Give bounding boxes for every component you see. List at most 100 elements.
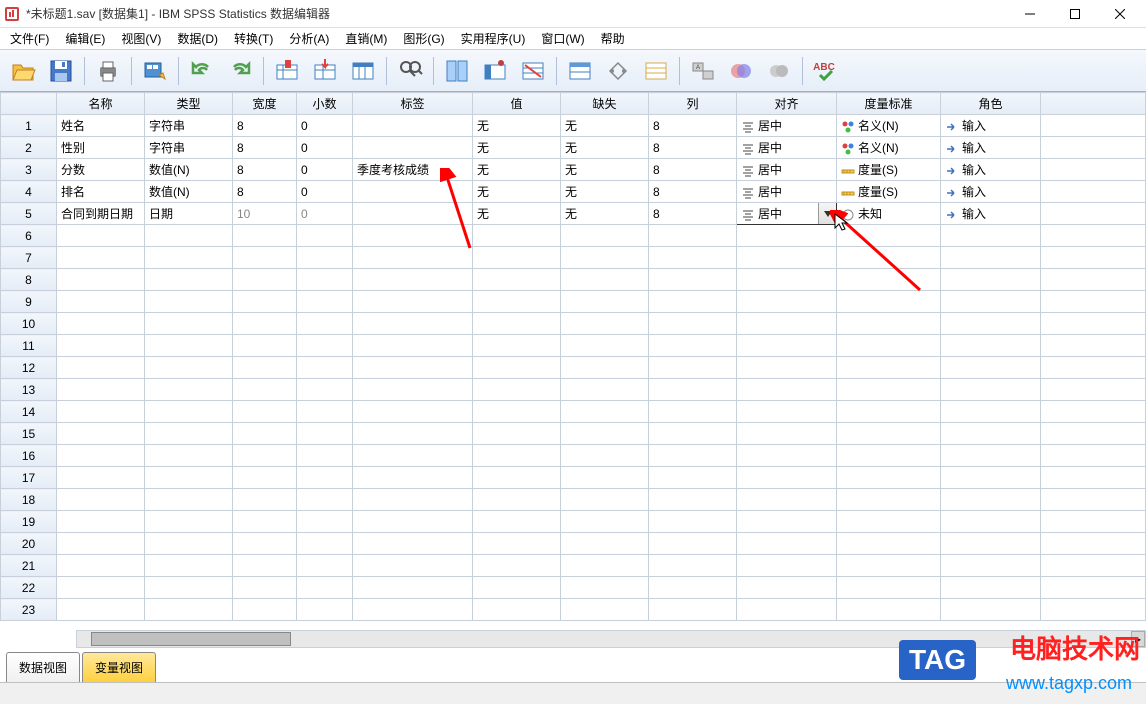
row-number[interactable]: 1 (1, 115, 57, 137)
table-row-empty[interactable]: 12 (1, 357, 1146, 379)
redo-button[interactable] (223, 54, 257, 88)
menu-direct[interactable]: 直销(M) (337, 28, 395, 49)
menu-utilities[interactable]: 实用程序(U) (453, 28, 534, 49)
goto-var-button[interactable] (308, 54, 342, 88)
align-cell[interactable]: 居中 (737, 159, 837, 181)
col-align[interactable]: 对齐 (737, 93, 837, 115)
undo-button[interactable] (185, 54, 219, 88)
role-cell[interactable]: 输入 (941, 137, 1041, 159)
row-number[interactable]: 17 (1, 467, 57, 489)
col-cell[interactable]: 8 (649, 159, 737, 181)
role-cell[interactable]: 输入 (941, 181, 1041, 203)
name-cell[interactable]: 姓名 (57, 115, 145, 137)
dec-cell[interactable]: 0 (297, 115, 353, 137)
value-labels-button[interactable] (563, 54, 597, 88)
row-number[interactable]: 13 (1, 379, 57, 401)
row-number[interactable]: 5 (1, 203, 57, 225)
align-cell[interactable]: 居中 (737, 137, 837, 159)
menu-graphs[interactable]: 图形(G) (395, 28, 452, 49)
table-row-empty[interactable]: 13 (1, 379, 1146, 401)
col-cell[interactable]: 8 (649, 137, 737, 159)
row-number[interactable]: 12 (1, 357, 57, 379)
row-number[interactable]: 18 (1, 489, 57, 511)
col-missing[interactable]: 缺失 (561, 93, 649, 115)
row-number[interactable]: 11 (1, 335, 57, 357)
align-cell[interactable]: 居中 (737, 115, 837, 137)
horizontal-scrollbar[interactable]: ◂ ▸ (76, 630, 1146, 648)
variables-button[interactable] (346, 54, 380, 88)
col-cell[interactable]: 8 (649, 203, 737, 225)
missing-cell[interactable]: 无 (561, 181, 649, 203)
row-number[interactable]: 23 (1, 599, 57, 621)
recall-button[interactable] (138, 54, 172, 88)
col-width[interactable]: 宽度 (233, 93, 297, 115)
name-cell[interactable]: 性别 (57, 137, 145, 159)
missing-cell[interactable]: 无 (561, 159, 649, 181)
menu-analyze[interactable]: 分析(A) (281, 28, 337, 49)
col-role[interactable]: 角色 (941, 93, 1041, 115)
sets-button[interactable] (724, 54, 758, 88)
label-cell[interactable] (353, 115, 473, 137)
label-cell[interactable] (353, 137, 473, 159)
type-cell[interactable]: 数值(N) (145, 181, 233, 203)
name-cell[interactable]: 合同到期日期 (57, 203, 145, 225)
use-sets-button[interactable] (601, 54, 635, 88)
goto-case-button[interactable] (270, 54, 304, 88)
menu-transform[interactable]: 转换(T) (226, 28, 281, 49)
table-row[interactable]: 3 分数 数值(N) 8 0 季度考核成绩 无 无 8 居中 度量(S) 输入 (1, 159, 1146, 181)
table-row[interactable]: 4 排名 数值(N) 8 0 无 无 8 居中 度量(S) 输入 (1, 181, 1146, 203)
table-row-empty[interactable]: 8 (1, 269, 1146, 291)
width-cell[interactable]: 10 (233, 203, 297, 225)
role-cell[interactable]: 输入 (941, 203, 1041, 225)
row-number[interactable]: 4 (1, 181, 57, 203)
col-measure[interactable]: 度量标准 (837, 93, 941, 115)
value-cell[interactable]: 无 (473, 159, 561, 181)
row-number[interactable]: 16 (1, 445, 57, 467)
col-value[interactable]: 值 (473, 93, 561, 115)
maximize-button[interactable] (1052, 0, 1097, 28)
menu-help[interactable]: 帮助 (593, 28, 633, 49)
table-row-empty[interactable]: 22 (1, 577, 1146, 599)
row-number[interactable]: 9 (1, 291, 57, 313)
align-cell-active[interactable]: 居中左右居中 (737, 203, 837, 225)
menu-window[interactable]: 窗口(W) (533, 28, 592, 49)
dec-cell[interactable]: 0 (297, 137, 353, 159)
row-number[interactable]: 21 (1, 555, 57, 577)
row-number[interactable]: 2 (1, 137, 57, 159)
row-number[interactable]: 10 (1, 313, 57, 335)
find-button[interactable] (393, 54, 427, 88)
name-cell[interactable]: 排名 (57, 181, 145, 203)
type-cell[interactable]: 字符串 (145, 115, 233, 137)
table-row-empty[interactable]: 21 (1, 555, 1146, 577)
weight-button[interactable] (478, 54, 512, 88)
row-number[interactable]: 19 (1, 511, 57, 533)
table-row-empty[interactable]: 18 (1, 489, 1146, 511)
missing-cell[interactable]: 无 (561, 137, 649, 159)
row-number[interactable]: 7 (1, 247, 57, 269)
table-row-empty[interactable]: 14 (1, 401, 1146, 423)
table-row-empty[interactable]: 11 (1, 335, 1146, 357)
col-name[interactable]: 名称 (57, 93, 145, 115)
name-cell[interactable]: 分数 (57, 159, 145, 181)
table-row-empty[interactable]: 23 (1, 599, 1146, 621)
col-type[interactable]: 类型 (145, 93, 233, 115)
width-cell[interactable]: 8 (233, 115, 297, 137)
role-cell[interactable]: 输入 (941, 115, 1041, 137)
dec-cell[interactable]: 0 (297, 181, 353, 203)
type-cell[interactable]: 数值(N) (145, 159, 233, 181)
col-label[interactable]: 标签 (353, 93, 473, 115)
table-row-empty[interactable]: 6 (1, 225, 1146, 247)
measure-cell[interactable]: 度量(S) (837, 181, 941, 203)
measure-cell[interactable]: 度量(S) (837, 159, 941, 181)
row-number[interactable]: 15 (1, 423, 57, 445)
menu-data[interactable]: 数据(D) (169, 28, 226, 49)
missing-cell[interactable]: 无 (561, 115, 649, 137)
open-button[interactable] (6, 54, 40, 88)
table-row-empty[interactable]: 7 (1, 247, 1146, 269)
table-row-empty[interactable]: 19 (1, 511, 1146, 533)
table-row-empty[interactable]: 15 (1, 423, 1146, 445)
menu-view[interactable]: 视图(V) (113, 28, 169, 49)
row-number[interactable]: 3 (1, 159, 57, 181)
role-cell[interactable]: 输入 (941, 159, 1041, 181)
row-number[interactable]: 22 (1, 577, 57, 599)
